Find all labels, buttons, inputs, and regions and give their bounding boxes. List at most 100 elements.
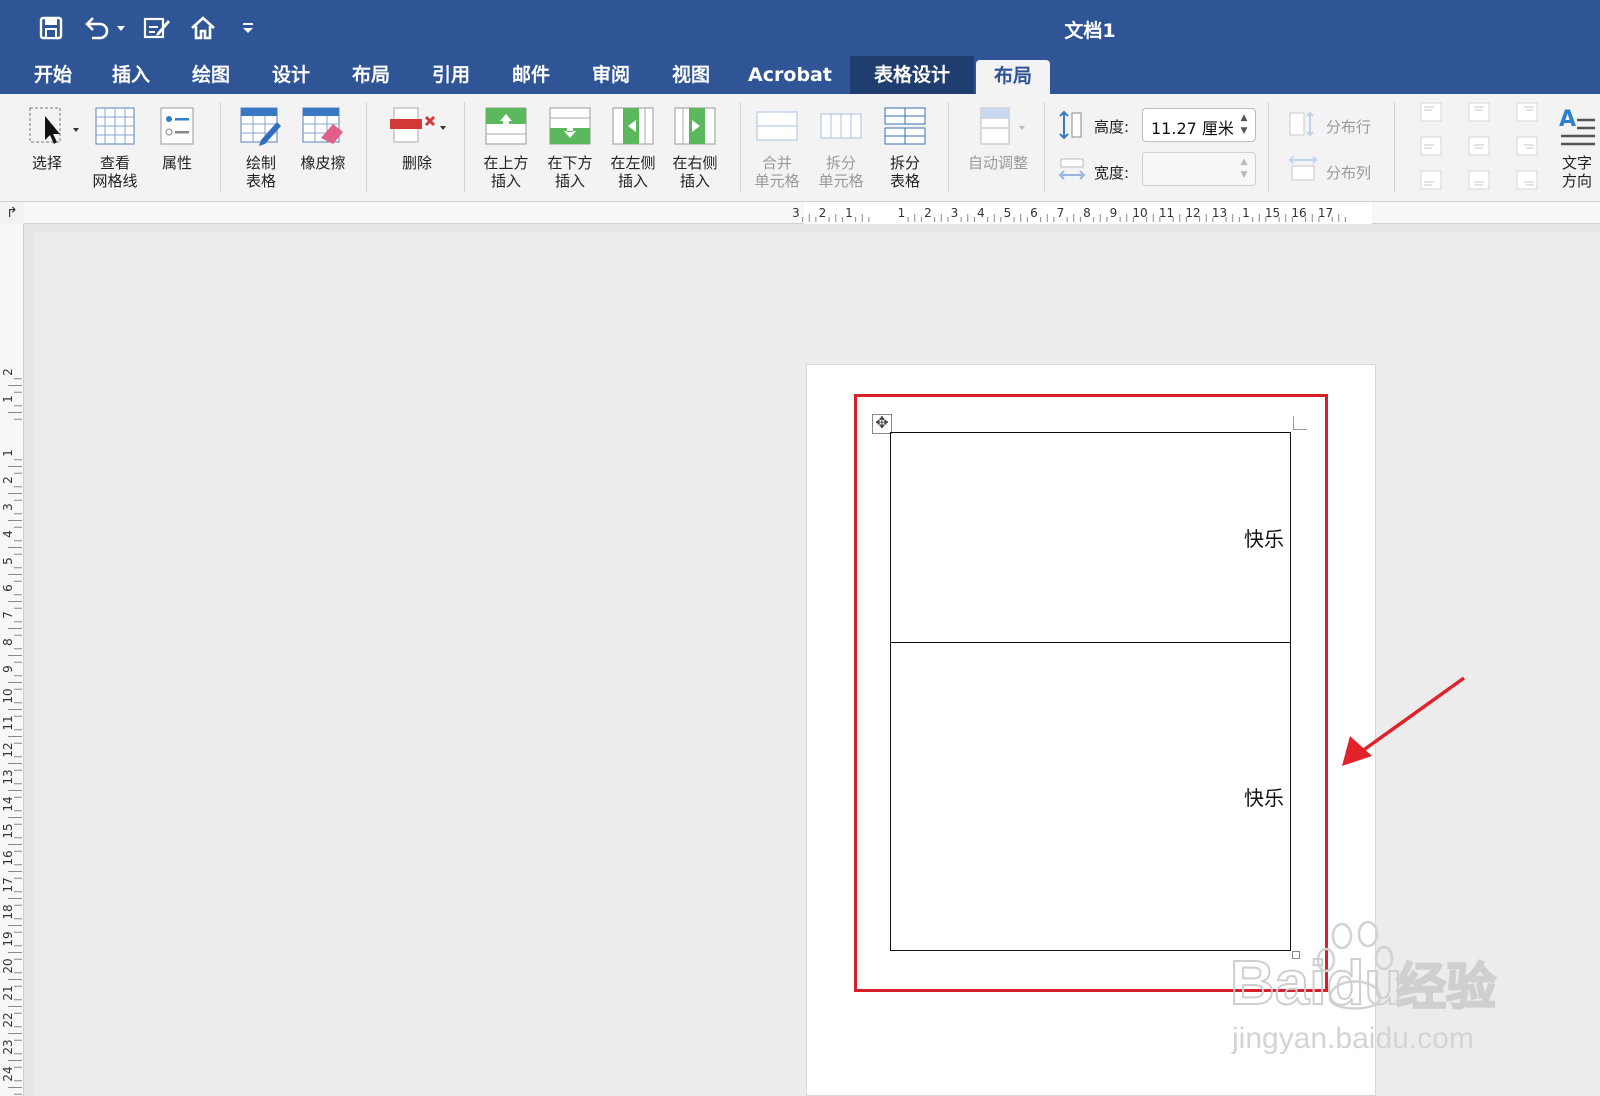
undo-icon[interactable] xyxy=(84,10,128,46)
annotation-highlight-box xyxy=(854,394,1328,992)
delete-button[interactable]: 删除 xyxy=(382,104,452,172)
split-table-icon xyxy=(883,104,927,148)
tab-stop-selector[interactable]: ↱ xyxy=(0,202,24,224)
align-top-right-icon[interactable] xyxy=(1516,102,1538,122)
align-middle-right-icon[interactable] xyxy=(1516,136,1538,156)
ruler-label: 9 xyxy=(1,665,15,673)
ruler-label: 18 xyxy=(1,904,15,919)
ruler-label: 17 xyxy=(1318,206,1333,220)
row-height-input[interactable]: 11.27 厘米 ▲ ▼ xyxy=(1142,108,1256,142)
ruler-label: 13 xyxy=(1212,206,1227,220)
save-icon[interactable] xyxy=(36,10,66,46)
svg-text:A: A xyxy=(1559,107,1576,132)
ruler-label: 7 xyxy=(1,611,15,619)
insert-below-label-1: 在下方 xyxy=(547,154,593,172)
split-cells-button[interactable]: 拆分 单元格 xyxy=(810,104,872,190)
tab-home[interactable]: 开始 xyxy=(18,56,88,94)
split-cells-icon xyxy=(819,104,863,148)
insert-right-icon xyxy=(673,104,717,148)
width-label: 宽度: xyxy=(1094,164,1130,182)
document-title: 文档1 xyxy=(1064,20,1116,42)
column-width-stepper[interactable]: ▲ ▼ xyxy=(1237,156,1251,182)
insert-above-button[interactable]: 在上方 插入 xyxy=(476,104,536,190)
tab-layout[interactable]: 布局 xyxy=(336,56,406,94)
split-cells-label-1: 拆分 xyxy=(825,154,856,172)
autofit-button[interactable]: 自动调整 xyxy=(958,104,1038,172)
insert-right-label-1: 在右侧 xyxy=(672,154,718,172)
edit-doc-icon[interactable] xyxy=(142,10,172,46)
insert-above-label-2: 插入 xyxy=(490,172,521,190)
align-bottom-center-icon[interactable] xyxy=(1468,170,1490,190)
autofit-icon xyxy=(963,104,1033,148)
customize-icon[interactable] xyxy=(238,10,258,46)
ruler-label: 1 xyxy=(1,395,15,403)
align-middle-left-icon[interactable] xyxy=(1420,136,1442,156)
tab-references[interactable]: 引用 xyxy=(416,56,486,94)
ruler-label: 16 xyxy=(1,850,15,865)
tab-table-design[interactable]: 表格设计 xyxy=(850,56,974,94)
ruler-label: 16 xyxy=(1291,206,1306,220)
ruler-label: 20 xyxy=(1,958,15,973)
eraser-button[interactable]: 橡皮擦 xyxy=(294,104,352,172)
ruler-label: 22 xyxy=(1,1012,15,1027)
vertical-ruler: 2 1 1 2 3 4 5 6 7 8 9 10 11 12 13 14 15 16 17 18 19 20 21 22 23 2… xyxy=(0,224,24,1096)
eraser-icon xyxy=(301,104,345,148)
ribbon-separator xyxy=(366,102,367,192)
insert-below-button[interactable]: 在下方 插入 xyxy=(540,104,600,190)
eraser-label: 橡皮擦 xyxy=(300,154,346,172)
tab-draw[interactable]: 绘图 xyxy=(176,56,246,94)
align-bottom-right-icon[interactable] xyxy=(1516,170,1538,190)
view-gridlines-button[interactable]: 查看 网格线 xyxy=(84,104,146,190)
distribute-columns-icon xyxy=(1288,154,1318,186)
ribbon-separator xyxy=(464,102,465,192)
column-width-input[interactable]: ▲ ▼ xyxy=(1142,152,1256,186)
ruler-label: 15 xyxy=(1,823,15,838)
tab-mailings[interactable]: 邮件 xyxy=(496,56,566,94)
align-top-left-icon[interactable] xyxy=(1420,102,1442,122)
align-bottom-left-icon[interactable] xyxy=(1420,170,1442,190)
draw-table-button[interactable]: 绘制 表格 xyxy=(232,104,290,190)
tab-view[interactable]: 视图 xyxy=(656,56,726,94)
align-top-center-icon[interactable] xyxy=(1468,102,1490,122)
merge-cells-button[interactable]: 合并 单元格 xyxy=(746,104,808,190)
tab-design[interactable]: 设计 xyxy=(256,56,326,94)
column-width-icon xyxy=(1058,156,1086,186)
ruler-label: 8 xyxy=(1083,206,1091,220)
tab-review[interactable]: 审阅 xyxy=(576,56,646,94)
ruler-label: 10 xyxy=(1,688,15,703)
ruler-label: 4 xyxy=(1,530,15,538)
text-direction-label-1: 文字 xyxy=(1561,154,1592,172)
split-table-button[interactable]: 拆分 表格 xyxy=(874,104,936,190)
ribbon: 选择 查看 网格线 属性 绘制 表格 橡皮擦 删除 在上方 插入 在下方 插入 … xyxy=(0,94,1600,202)
tab-acrobat[interactable]: Acrobat xyxy=(738,56,842,94)
horizontal-ruler-ticks: 3 2 1 1 2 3 4 5 6 7 8 9 10 11 12 13 1 15 16 17 xyxy=(792,206,1346,222)
insert-below-label-2: 插入 xyxy=(554,172,585,190)
row-height-stepper[interactable]: ▲ ▼ xyxy=(1237,112,1251,138)
view-gridlines-label-1: 查看 xyxy=(99,154,130,172)
tab-insert[interactable]: 插入 xyxy=(96,56,166,94)
delete-table-icon xyxy=(384,104,450,148)
tab-table-layout[interactable]: 布局 xyxy=(976,60,1050,94)
split-cells-label-2: 单元格 xyxy=(818,172,864,190)
ruler-label: 24 xyxy=(1,1066,15,1081)
ruler-label: 5 xyxy=(1004,206,1012,220)
ruler-label: 4 xyxy=(977,206,985,220)
merge-cells-label-2: 单元格 xyxy=(754,172,800,190)
insert-right-button[interactable]: 在右侧 插入 xyxy=(664,104,726,190)
properties-button[interactable]: 属性 xyxy=(152,104,202,172)
draw-table-label-1: 绘制 xyxy=(245,154,276,172)
ribbon-separator xyxy=(1044,102,1045,192)
watermark-product: 经验 xyxy=(1396,958,1496,1016)
distribute-rows-button[interactable]: 分布行 xyxy=(1326,116,1371,137)
align-middle-center-icon[interactable] xyxy=(1468,136,1490,156)
ruler-label: 12 xyxy=(1,742,15,757)
distribute-columns-button[interactable]: 分布列 xyxy=(1326,162,1371,183)
select-button[interactable]: 选择 xyxy=(18,104,79,172)
watermark-brand: Baidu xyxy=(1230,949,1402,1018)
properties-label: 属性 xyxy=(161,154,192,172)
text-direction-icon: A xyxy=(1557,104,1597,148)
insert-left-button[interactable]: 在左侧 插入 xyxy=(602,104,664,190)
select-cursor-icon xyxy=(25,104,79,148)
home-icon[interactable] xyxy=(188,10,218,46)
text-direction-button[interactable]: A 文字 方向 xyxy=(1554,104,1600,190)
